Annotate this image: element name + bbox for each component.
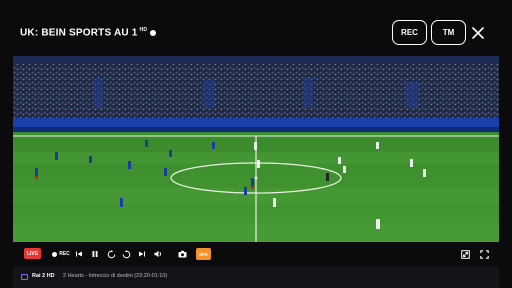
pause-icon[interactable] — [90, 245, 100, 263]
now-playing-channel: Rai 2 HD — [32, 273, 55, 279]
rec-button[interactable]: REC — [392, 20, 427, 45]
skip-next-icon[interactable] — [137, 245, 147, 263]
video-frame — [13, 56, 499, 242]
replay-icon[interactable] — [106, 245, 116, 263]
hd-badge: HD — [139, 27, 148, 33]
live-dot-icon — [150, 29, 157, 36]
volume-icon[interactable] — [153, 245, 163, 263]
skip-previous-icon[interactable] — [74, 245, 84, 263]
record-control[interactable]: REC — [51, 245, 71, 263]
top-bar: UK: BEIN SPORTS AU 1 HD REC TM — [0, 0, 512, 56]
record-dot-icon — [52, 251, 58, 257]
forward-icon[interactable] — [121, 245, 131, 263]
now-playing-program: 2 Hearts - Intreccio di destini (23:20-0… — [63, 273, 168, 279]
timeshift-button[interactable]: TM — [431, 20, 466, 45]
player-controls: LIVE REC ZPK — [13, 245, 499, 263]
record-label: REC — [59, 251, 70, 257]
video-player[interactable] — [13, 56, 499, 242]
channel-name: UK: BEIN SPORTS AU 1 — [20, 27, 138, 39]
fullscreen-icon[interactable] — [479, 245, 489, 263]
aspect-ratio-icon[interactable] — [460, 245, 470, 263]
camera-icon[interactable] — [177, 245, 187, 263]
zpk-badge[interactable]: ZPK — [196, 248, 211, 260]
now-playing-bar[interactable]: Rai 2 HD 2 Hearts - Intreccio di destini… — [13, 266, 499, 288]
channel-title: UK: BEIN SPORTS AU 1 HD — [20, 27, 157, 39]
close-icon[interactable] — [470, 25, 486, 41]
live-badge[interactable]: LIVE — [24, 248, 41, 259]
tv-channel-icon — [21, 274, 28, 280]
